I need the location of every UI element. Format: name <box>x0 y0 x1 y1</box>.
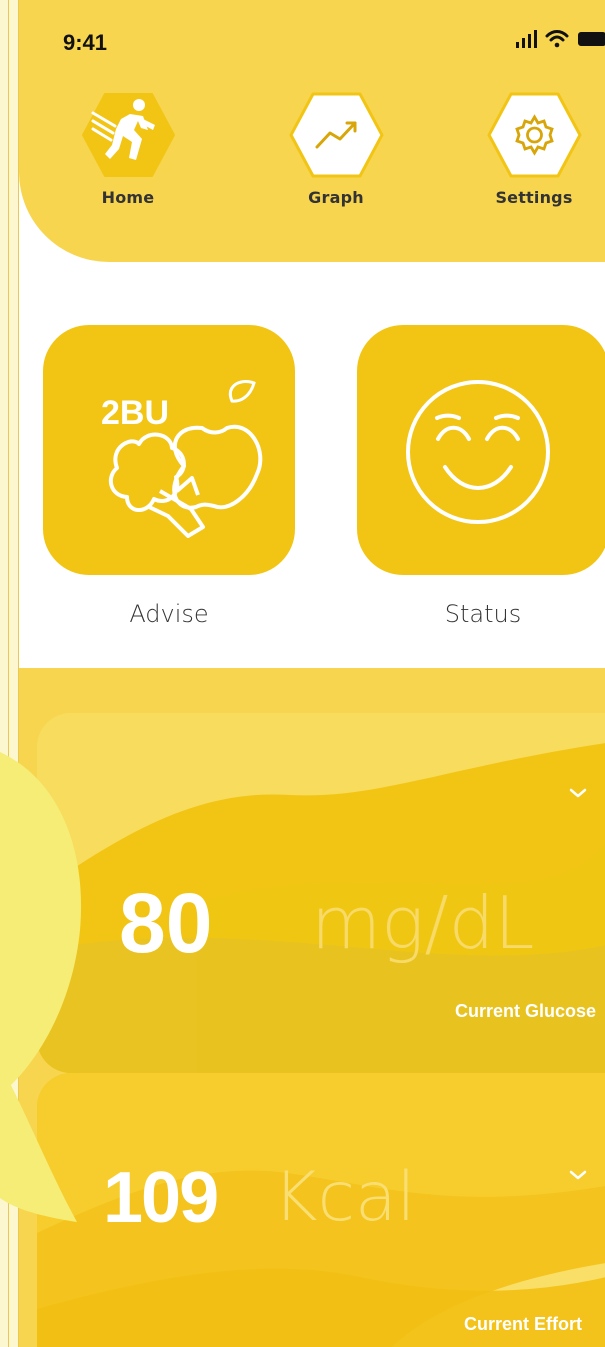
outer-border <box>8 0 9 1347</box>
metrics-section: 80 mg/dL Current Glucose 109 Kcal Curren… <box>19 668 605 1347</box>
smiley-icon <box>406 380 550 524</box>
trend-up-icon <box>289 92 383 178</box>
effort-chevron-down-icon[interactable] <box>568 1168 588 1182</box>
effort-unit: Kcal <box>273 1158 416 1237</box>
food-icon: 2BU <box>101 379 263 538</box>
advise-label: Advise <box>129 600 209 628</box>
nav-graph-label: Graph <box>308 188 364 207</box>
nav-graph[interactable]: Graph <box>281 92 391 222</box>
effort-caption: Current Effort <box>464 1314 582 1334</box>
effort-value: 109 <box>103 1158 219 1238</box>
effort-panel[interactable]: 109 Kcal Current Effort <box>37 1073 605 1347</box>
nav-home[interactable]: Home <box>73 92 183 222</box>
screenshot-stage: 9:41 Home Graph Settings 2BU Advise Stat… <box>0 0 605 1347</box>
glucose-panel[interactable]: 80 mg/dL Current Glucose <box>37 713 605 1073</box>
nav-home-label: Home <box>101 188 155 207</box>
advise-icon-text: 2BU <box>101 394 169 432</box>
phone-screen: 9:41 Home Graph Settings 2BU Advise Stat… <box>18 0 605 1347</box>
glucose-unit: mg/dL <box>311 881 535 965</box>
top-navigation: Home Graph Settings <box>19 0 605 240</box>
glucose-caption: Current Glucose <box>454 1001 596 1021</box>
gear-icon <box>487 92 581 178</box>
glucose-value: 80 <box>119 876 213 970</box>
status-label: Status <box>444 600 522 628</box>
status-tile[interactable] <box>357 325 605 575</box>
glucose-chevron-down-icon[interactable] <box>568 786 588 800</box>
nav-settings[interactable]: Settings <box>479 92 589 222</box>
advise-tile[interactable]: 2BU <box>43 325 295 575</box>
nav-settings-label: Settings <box>495 188 573 207</box>
runner-icon <box>81 93 175 177</box>
